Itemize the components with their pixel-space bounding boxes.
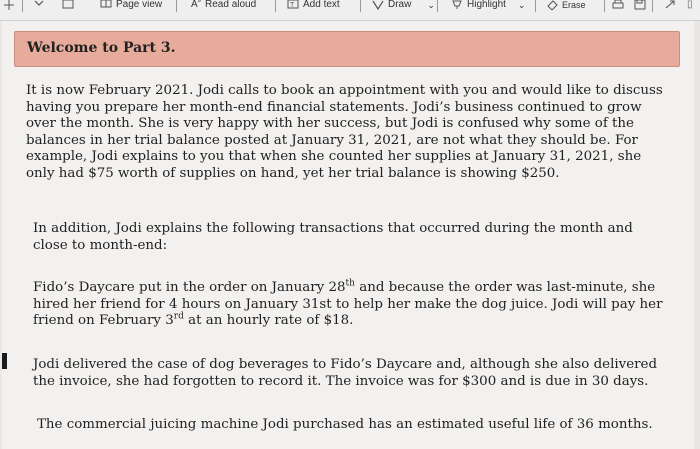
highlight-chevron-down-icon[interactable]: ⌄ [518, 0, 526, 10]
paragraph-transactions-intro: In addition, Jodi explains the following… [33, 221, 633, 253]
highlight-label: Highlight [467, 0, 506, 10]
toolbar-divider [535, 0, 536, 12]
scroll-marker [2, 353, 7, 369]
print-icon[interactable] [612, 0, 624, 14]
draw-icon [372, 0, 384, 11]
add-text-button[interactable]: T Add text [287, 0, 340, 14]
document-page: Welcome to Part 3. It is now February 20… [2, 21, 694, 449]
toolbar-divider [275, 0, 276, 12]
svg-text:T: T [290, 2, 295, 9]
toolbar-divider [360, 0, 361, 12]
read-aloud-icon: A» [191, 0, 202, 10]
highlight-button[interactable]: Highlight ⌄ [451, 0, 525, 14]
section-banner: Welcome to Part 3. [14, 31, 680, 67]
paragraph-daycare-order: Fido’s Daycare put in the order on Janua… [33, 278, 665, 330]
paragraph-juicing-machine: The commercial juicing machine Jodi purc… [37, 417, 653, 432]
draw-button[interactable]: Draw ⌄ [372, 0, 435, 14]
erase-button[interactable]: Erase [546, 0, 586, 14]
draw-chevron-down-icon[interactable]: ⌄ [427, 0, 435, 10]
plus-icon[interactable] [4, 0, 14, 14]
toolbar-divider [22, 0, 23, 12]
toolbar-divider [652, 0, 653, 12]
text-segment: at an hourly rate of $18. [183, 313, 354, 329]
chevron-down-icon[interactable] [34, 0, 44, 14]
superscript: th [345, 278, 355, 289]
more-icon[interactable]: ▯ [687, 0, 693, 14]
page-view-icon [100, 0, 112, 10]
page-icon[interactable] [62, 0, 74, 14]
read-aloud-label: Read aloud [205, 0, 257, 10]
page-view-button[interactable]: Page view [100, 0, 162, 14]
read-aloud-button[interactable]: A» Read aloud [191, 0, 256, 14]
add-text-icon: T [287, 0, 299, 10]
text-segment: Fido’s Daycare put in the order on Janua… [33, 280, 346, 295]
toolbar-divider [604, 0, 605, 12]
highlight-icon [451, 0, 463, 10]
draw-label: Draw [388, 0, 412, 10]
banner-title: Welcome to Part 3. [27, 40, 176, 56]
add-text-label: Add text [303, 0, 340, 10]
expand-icon[interactable] [664, 0, 676, 14]
eraser-icon [546, 0, 558, 11]
toolbar-divider [176, 0, 177, 12]
toolbar-divider [437, 0, 438, 12]
paragraph-invoice: Jodi delivered the case of dog beverages… [33, 357, 658, 389]
paragraph-intro: It is now February 2021. Jodi calls to b… [26, 83, 663, 181]
erase-label: Erase [562, 0, 586, 10]
pdf-toolbar: Page view A» Read aloud T Add text Draw … [0, 0, 700, 21]
superscript: rd [173, 311, 184, 322]
save-icon[interactable] [634, 0, 646, 14]
page-view-label: Page view [116, 0, 163, 10]
